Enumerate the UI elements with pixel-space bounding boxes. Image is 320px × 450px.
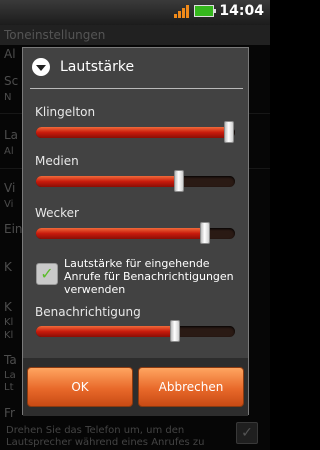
slider-fill [36,326,176,337]
slider-fill [36,228,206,239]
media-label: Medien [35,154,79,168]
dialog-button-bar: OK Abbrechen [23,358,248,416]
use-ring-volume-checkbox[interactable]: ✓ [36,263,58,285]
battery-icon [194,5,217,17]
slider-thumb[interactable] [174,170,185,192]
notification-slider[interactable] [36,320,235,342]
slider-thumb[interactable] [200,222,211,244]
dialog-title: Lautstärke [60,59,135,75]
slider-thumb[interactable] [170,320,181,342]
alarm-slider[interactable] [36,222,235,244]
signal-icon [174,4,190,18]
use-ring-volume-label: Lautstärke für eingehende Anrufe für Ben… [64,257,234,296]
ringtone-label: Klingelton [35,105,96,119]
notification-label: Benachrichtigung [35,305,141,319]
slider-fill [36,127,230,138]
volume-dialog: Lautstärke Klingelton Medien Wecker ✓ La… [22,47,249,416]
media-slider[interactable] [36,170,235,192]
ringtone-slider[interactable] [36,121,235,143]
status-time: 14:04 [219,3,264,19]
slider-fill [36,176,180,187]
chevron-down-icon [32,58,50,76]
cancel-button[interactable]: Abbrechen [138,367,244,407]
status-bar: 14:04 [0,0,270,25]
dialog-header: Lautstärke [23,48,248,88]
alarm-label: Wecker [35,206,79,220]
slider-thumb[interactable] [224,121,235,143]
use-ring-volume-row[interactable]: ✓ Lautstärke für eingehende Anrufe für B… [36,257,241,297]
ok-button[interactable]: OK [27,367,133,407]
divider [30,88,243,89]
